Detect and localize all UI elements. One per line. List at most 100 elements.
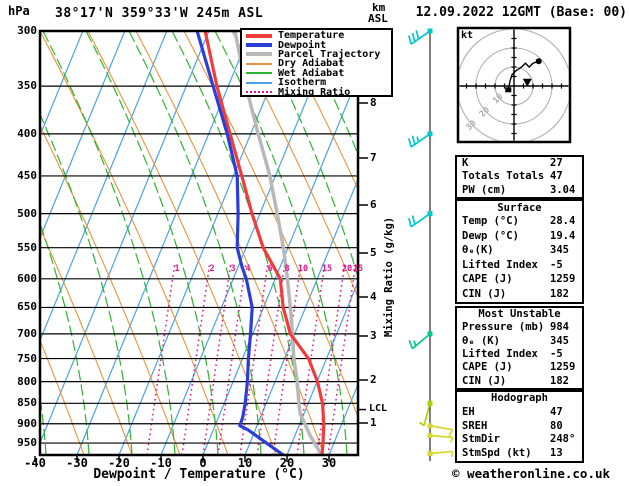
km-tick-label: 8 — [370, 96, 377, 109]
mixing-ratio-value-label: 25 — [352, 264, 364, 274]
panel-row-value: 27 — [550, 157, 563, 169]
pressure-tick-label: 350 — [17, 79, 37, 93]
pressure-tick-label: 300 — [17, 24, 37, 37]
panel-row: SREH 80 — [457, 420, 582, 434]
lcl-label: LCL — [369, 403, 388, 414]
panel-row-label: CAPE (J) — [462, 273, 513, 286]
km-tick-label: 1 — [370, 416, 377, 429]
panel-row-value: 182 — [550, 374, 569, 387]
legend-item-label: Dry Adiabat — [278, 58, 345, 70]
wind-barb — [408, 131, 433, 148]
panel-row: CIN (J) 182 — [457, 375, 582, 388]
panel-row: Dewp (°C) 19.4 — [457, 230, 582, 244]
pressure-tick-label: 900 — [17, 416, 37, 430]
legend-swatch — [246, 52, 272, 57]
legend-swatch — [246, 62, 272, 65]
panel-row-value: 345 — [550, 334, 569, 347]
legend-item: Isotherm — [244, 77, 391, 89]
panel-row: EH 47 — [457, 406, 582, 420]
panel-row: Temp (°C) 28.4 — [457, 215, 582, 229]
copyright-footer: © weatheronline.co.uk — [452, 466, 611, 481]
panel-row-value: 28.4 — [550, 215, 576, 228]
panel-row: StmSpd (kt) 13 — [457, 447, 582, 461]
wind-barb — [427, 450, 454, 457]
legend-swatch — [246, 91, 272, 94]
panel-row: Lifted Index -5 — [457, 348, 582, 361]
legend-swatch — [246, 81, 272, 84]
panel-row-value: 345 — [550, 244, 569, 257]
panel-row: Pressure (mb) 984 — [457, 321, 582, 334]
hodograph-start-marker — [505, 87, 512, 93]
km-tick-label: 6 — [370, 198, 377, 211]
datetime-title: 12.09.2022 12GMT (Base: 00) — [415, 5, 627, 20]
skewt-sounding-screenshot: 10 20 30 hPa 38°17'N 359°33'W 245m ASL km … — [0, 0, 629, 486]
mixing-ratio-value-label: 15 — [321, 264, 333, 274]
legend-item-label: Mixing Ratio — [278, 86, 351, 98]
wind-barb — [408, 28, 433, 45]
hodograph-end-marker — [535, 58, 542, 65]
panel-row: CIN (J) 182 — [457, 288, 582, 302]
mixing-ratio-value-label: 6 — [267, 264, 273, 274]
panel-row: CAPE (J) 1259 — [457, 273, 582, 287]
pressure-tick-label: 600 — [17, 271, 37, 285]
panel-row-label: StmDir — [462, 433, 500, 446]
panel-row: PW (cm) 3.04 — [457, 184, 582, 197]
panel-row-label: θₑ (K) — [462, 334, 500, 347]
panel-title: Surface — [497, 202, 542, 214]
panel-row: Lifted Index -5 — [457, 259, 582, 273]
panel-row-value: 19.4 — [550, 229, 576, 242]
panel-title: Most Unstable — [478, 308, 561, 320]
mixing-ratio-value-label: 2 — [209, 264, 215, 274]
panel-row-label: Lifted Index — [462, 347, 538, 360]
panel-row-value: 1259 — [550, 361, 576, 374]
wind-barbs — [408, 28, 454, 457]
panel-row-label: SREH — [462, 419, 488, 432]
pressure-tick-label: 500 — [17, 206, 37, 220]
panel-row-value: 47 — [550, 405, 563, 418]
mixing-ratio-value-label: 4 — [245, 264, 251, 274]
panel-row-value: -5 — [550, 258, 563, 271]
pressure-tick-label: 550 — [17, 240, 37, 254]
panel-row-label: Totals Totals — [462, 170, 545, 183]
panel-row: K 27 — [457, 157, 582, 170]
mixing-ratio-value-label: 10 — [297, 264, 309, 274]
legend-swatch — [246, 43, 272, 48]
panel-row-value: 47 — [550, 170, 563, 183]
legend-item-label: Isotherm — [278, 77, 327, 89]
panel-row-label: PW (cm) — [462, 183, 507, 196]
stats-panel: Hodograph EH 47 SREH 80 StmDir 248° StmSpd (kt)… — [455, 390, 584, 463]
panel-row-value: 248° — [550, 433, 576, 446]
wind-barb — [419, 400, 433, 427]
panel-row-value: 984 — [550, 321, 569, 334]
panel-row-label: Lifted Index — [462, 258, 538, 271]
hodograph-unit-label: kt — [461, 30, 474, 41]
stats-panel: Most Unstable Pressure (mb) 984 θₑ (K) 345 Li… — [455, 306, 584, 390]
pressure-tick-label: 650 — [17, 300, 37, 314]
wind-barb — [408, 331, 433, 350]
panel-row: θₑ(K) 345 — [457, 244, 582, 258]
pressure-tick-label: 800 — [17, 374, 37, 388]
panel-row-value: 13 — [550, 447, 563, 460]
panel-row-value: -5 — [550, 347, 563, 360]
legend-swatch — [246, 33, 272, 38]
stats-panel: K 27 Totals Totals 47 PW (cm) 3.04 — [455, 155, 584, 199]
panel-row-label: Pressure (mb) — [462, 321, 545, 334]
panel-row-label: StmSpd (kt) — [462, 447, 532, 460]
stats-panel: Surface Temp (°C) 28.4 Dewp (°C) 19.4 θₑ(K) 34… — [455, 199, 584, 304]
panel-row: StmDir 248° — [457, 433, 582, 447]
pressure-tick-label: 750 — [17, 351, 37, 365]
panel-row-label: CAPE (J) — [462, 361, 513, 374]
panel-row: CAPE (J) 1259 — [457, 361, 582, 374]
panel-row-label: CIN (J) — [462, 287, 507, 300]
legend-item-label: Temperature — [278, 30, 345, 42]
mixing-ratio-axis-title: Mixing Ratio (g/kg) — [383, 216, 395, 337]
station-title: 38°17'N 359°33'W 245m ASL — [55, 6, 264, 21]
hodograph-inset: 102030 — [456, 26, 572, 144]
panel-row: θₑ (K) 345 — [457, 335, 582, 348]
panel-row-label: K — [462, 157, 469, 169]
legend-box: Temperature Dewpoint Parcel Trajectory Dry … — [240, 28, 393, 97]
panel-row-label: Temp (°C) — [462, 215, 519, 228]
pressure-tick-label: 700 — [17, 326, 37, 340]
panel-row: Totals Totals 47 — [457, 170, 582, 183]
legend-item: Mixing Ratio — [244, 86, 391, 98]
